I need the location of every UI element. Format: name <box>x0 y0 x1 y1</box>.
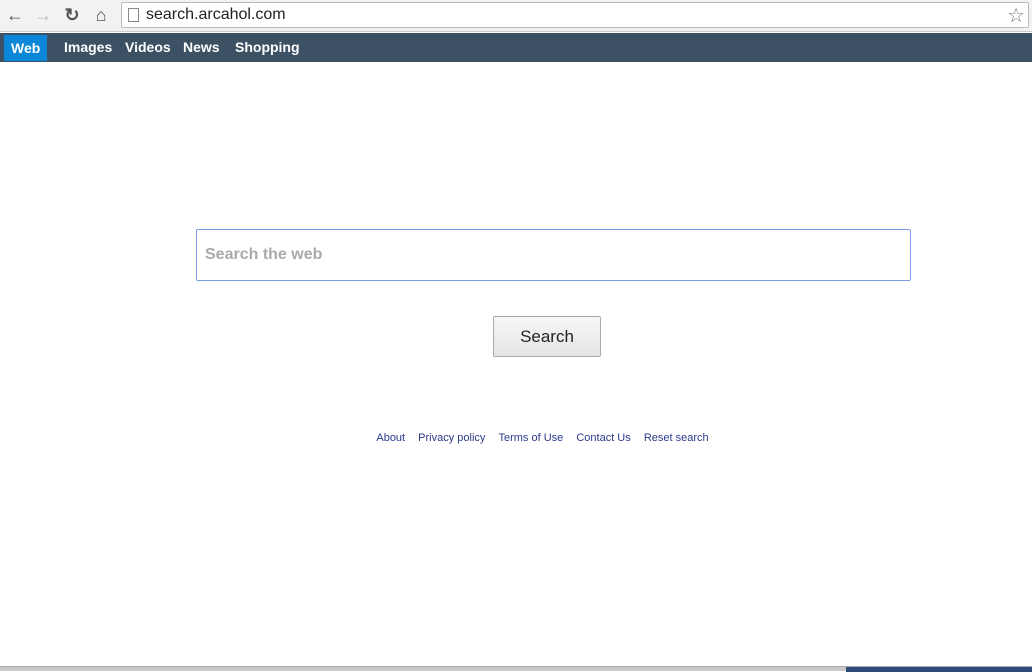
search-nav: Web Images Videos News Shopping <box>0 33 1032 62</box>
back-icon[interactable]: ← <box>4 4 26 26</box>
forward-icon[interactable]: → <box>32 4 54 26</box>
search-input[interactable] <box>196 229 911 281</box>
search-button[interactable]: Search <box>493 316 601 357</box>
taskbar-tray <box>846 667 1032 672</box>
star-icon[interactable]: ☆ <box>1007 3 1025 28</box>
home-icon[interactable]: ⌂ <box>90 4 112 26</box>
url-text[interactable]: search.arcahol.com <box>146 6 286 24</box>
terms-of-use-link[interactable]: Terms of Use <box>498 432 563 444</box>
address-bar[interactable]: search.arcahol.com ☆ <box>121 2 1029 28</box>
tab-web[interactable]: Web <box>4 35 48 61</box>
privacy-policy-link[interactable]: Privacy policy <box>418 432 485 444</box>
tab-videos[interactable]: Videos <box>125 33 171 62</box>
contact-us-link[interactable]: Contact Us <box>576 432 630 444</box>
reload-icon[interactable]: ↻ <box>61 4 83 26</box>
taskbar-edge <box>0 666 1032 672</box>
browser-toolbar: ← → ↻ ⌂ search.arcahol.com ☆ <box>0 0 1032 32</box>
footer-links: About Privacy policy Terms of Use Contac… <box>0 432 1032 444</box>
reset-search-link[interactable]: Reset search <box>644 432 709 444</box>
about-link[interactable]: About <box>376 432 405 444</box>
tab-images[interactable]: Images <box>64 33 112 62</box>
page-icon <box>128 8 139 22</box>
tab-news[interactable]: News <box>183 33 220 62</box>
tab-shopping[interactable]: Shopping <box>235 33 300 62</box>
